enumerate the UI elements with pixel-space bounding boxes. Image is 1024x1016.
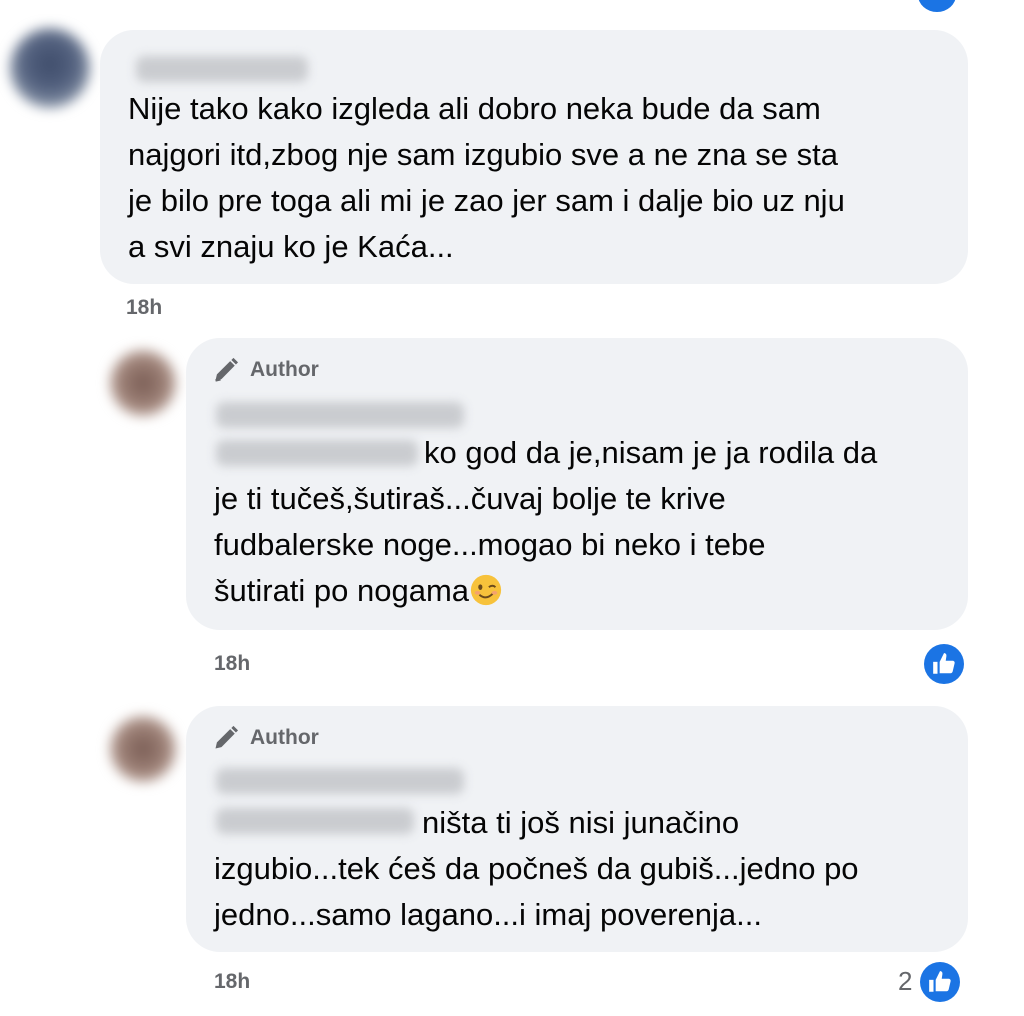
author-avatar[interactable]: [110, 350, 176, 416]
thumbs-up-icon: [929, 971, 951, 992]
author-badge: Author: [212, 724, 319, 752]
reply-timestamp[interactable]: 18h: [214, 652, 250, 676]
winking-face-emoji: [470, 574, 502, 606]
author-name-redacted[interactable]: [216, 402, 464, 428]
author-badge-label: Author: [250, 358, 319, 381]
mention-redacted[interactable]: [216, 808, 414, 834]
pen-icon: [215, 725, 239, 749]
reply-text: je ti tučeš,šutiraš...čuvaj bolje te kri…: [214, 476, 766, 614]
reply-bubble: Author ko god da je,nisam je ja rodila d…: [186, 338, 968, 630]
reply-text-first-line: ništa ti još nisi junačino: [422, 805, 740, 840]
author-badge: Author: [212, 356, 319, 384]
thumbs-up-icon: [933, 653, 955, 674]
like-reaction[interactable]: [920, 962, 960, 1002]
reaction-icon-top: [918, 0, 956, 12]
comment-text: Nije tako kako izgleda ali dobro neka bu…: [128, 91, 845, 264]
mention-redacted[interactable]: [216, 440, 418, 466]
pen-icon: [215, 357, 239, 382]
author-avatar[interactable]: [110, 716, 176, 782]
avatar[interactable]: [10, 28, 90, 108]
comment-timestamp[interactable]: 18h: [126, 296, 162, 320]
reaction-count[interactable]: 2: [898, 966, 912, 997]
reply-bubble: Author ništa ti još nisi junačino izgubi…: [186, 706, 968, 952]
reply-text: izgubio...tek ćeš da počneš da gubiš...j…: [214, 851, 859, 932]
comment-bubble: Nije tako kako izgleda ali dobro neka bu…: [100, 30, 968, 284]
author-name-redacted[interactable]: [216, 768, 464, 794]
reply-timestamp[interactable]: 18h: [214, 970, 250, 994]
commenter-name-redacted[interactable]: [136, 56, 308, 82]
like-reaction[interactable]: [924, 644, 964, 684]
author-badge-label: Author: [250, 726, 319, 749]
reply-text-first-line: ko god da je,nisam je ja rodila da: [424, 435, 878, 470]
